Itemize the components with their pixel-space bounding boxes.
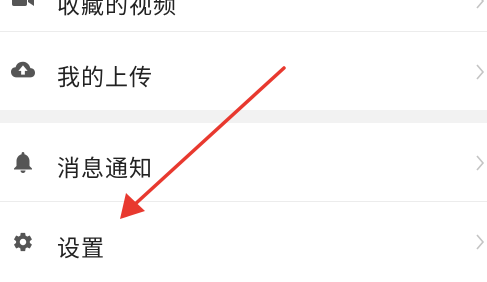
menu-item-label: 我的上传: [57, 65, 153, 91]
video-icon: [11, 0, 35, 12]
menu-item-favorites[interactable]: 收藏的视频: [0, 0, 487, 31]
chevron-right-icon: [476, 0, 485, 9]
menu-item-label: 收藏的视频: [57, 0, 177, 19]
menu-item-label: 消息通知: [57, 156, 153, 182]
chevron-right-icon: [476, 234, 485, 250]
menu-item-my-uploads[interactable]: 我的上传: [0, 32, 487, 110]
menu-item-settings[interactable]: 设置: [0, 202, 487, 282]
chevron-right-icon: [476, 155, 485, 171]
section-separator: [0, 110, 487, 123]
cloud-upload-icon: [11, 58, 35, 82]
settings-menu-page: 收藏的视频 我的上传 消息通知 设置: [0, 0, 487, 282]
chevron-right-icon: [476, 64, 485, 80]
gear-icon: [11, 230, 35, 254]
menu-item-notifications[interactable]: 消息通知: [0, 123, 487, 201]
menu-item-label: 设置: [57, 236, 105, 262]
bell-icon: [11, 150, 35, 174]
